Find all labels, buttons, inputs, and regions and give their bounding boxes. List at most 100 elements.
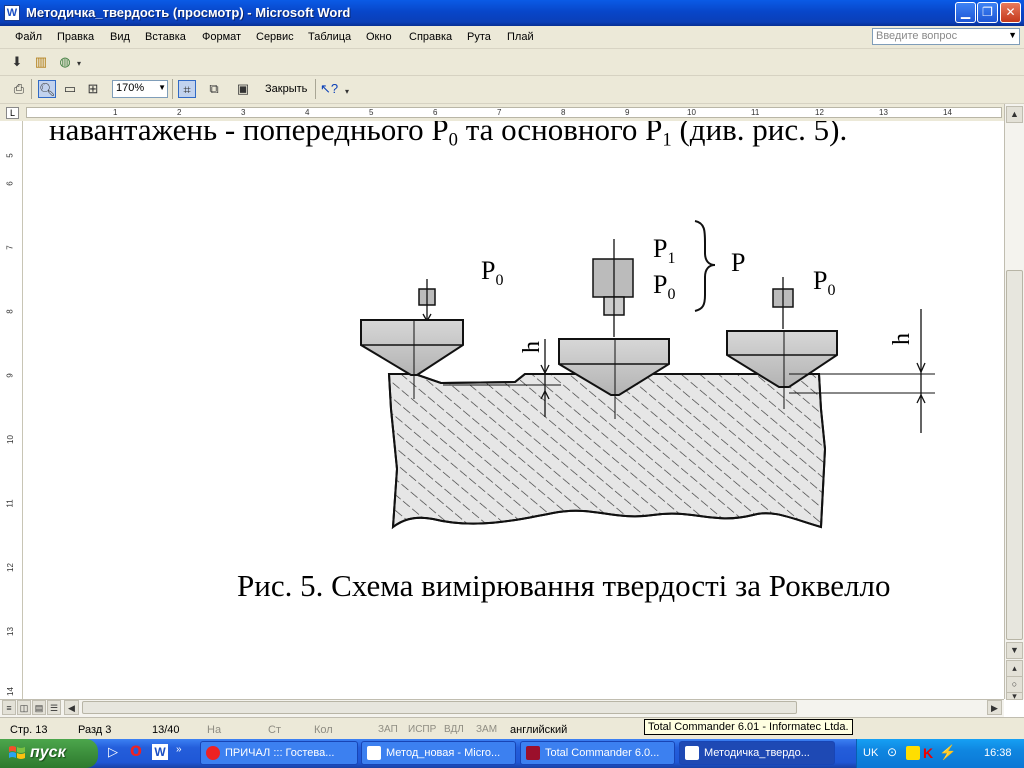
- ruler-number: 13: [879, 108, 888, 117]
- task-label: Метод_новая - Micro...: [386, 747, 501, 759]
- zoom-select[interactable]: 170% ▼: [112, 80, 168, 98]
- context-help-icon[interactable]: ↖?: [320, 80, 338, 98]
- print-view-icon[interactable]: ▤: [32, 700, 46, 715]
- task-label: Методичка_твердо...: [704, 747, 810, 759]
- tab-stop-selector[interactable]: L: [6, 107, 19, 119]
- scroll-right-button[interactable]: ▶: [987, 700, 1002, 715]
- menu-edit[interactable]: Правка: [57, 31, 94, 43]
- load-block: [592, 258, 634, 298]
- previous-page-icon[interactable]: ▴: [1006, 660, 1023, 677]
- chevron-right-icon[interactable]: »: [176, 744, 192, 760]
- ruler-scale: 1 2 3 4 5 6 7 8 9 10 11 12 13 14: [26, 107, 1002, 118]
- task-total-commander[interactable]: Total Commander 6.0...: [520, 741, 675, 765]
- task-word-active[interactable]: Методичка_твердо...: [679, 741, 835, 765]
- toolbar-separator: [172, 79, 173, 99]
- task-opera[interactable]: ПРИЧАЛ ::: Гостева...: [200, 741, 358, 765]
- chevron-down-icon[interactable]: ▾: [74, 55, 84, 73]
- full-screen-icon[interactable]: ▣: [234, 80, 252, 98]
- vertical-ruler[interactable]: 5 6 7 8 9 10 11 12 13 14: [0, 121, 23, 699]
- chevron-down-icon[interactable]: ▼: [158, 83, 166, 92]
- menu-table[interactable]: Таблица: [308, 31, 351, 43]
- word-icon[interactable]: W: [152, 744, 168, 760]
- subscript: 0: [448, 129, 458, 151]
- scroll-thumb[interactable]: [1006, 270, 1023, 640]
- normal-view-icon[interactable]: ≡: [2, 700, 16, 715]
- status-bar: Стр. 13 Разд 3 13/40 На Ст Кол ЗАП ИСПР …: [0, 717, 1024, 740]
- ruler-number: 6: [5, 181, 15, 186]
- ruler-number: 12: [815, 108, 824, 117]
- status-at: На: [207, 724, 222, 736]
- antivirus-icon[interactable]: [906, 746, 920, 760]
- chevron-down-icon[interactable]: ▾: [342, 83, 352, 101]
- menu-insert[interactable]: Вставка: [145, 31, 186, 43]
- tray-arrow-icon[interactable]: ⊙: [887, 745, 897, 759]
- save-icon[interactable]: ⬇: [8, 53, 26, 71]
- menu-ruta[interactable]: Рута: [467, 31, 491, 43]
- menu-tools[interactable]: Сервис: [256, 31, 294, 43]
- status-language[interactable]: английский: [510, 724, 567, 736]
- document-page[interactable]: навантажень - попереднього P0 та основно…: [23, 121, 1004, 699]
- library-icon[interactable]: ▥: [32, 53, 50, 71]
- web-view-icon[interactable]: ◫: [17, 700, 31, 715]
- menu-file[interactable]: Файл: [15, 31, 42, 43]
- lightning-icon[interactable]: ⚡: [939, 744, 956, 761]
- subscript: 1: [662, 129, 672, 151]
- label-p1: P1: [653, 234, 675, 267]
- scroll-thumb[interactable]: [82, 701, 797, 714]
- window-title: Методичка_твердость (просмотр) - Microso…: [26, 5, 351, 20]
- close-preview-button[interactable]: Закрыть: [265, 83, 307, 95]
- ruler-number: 14: [943, 108, 952, 117]
- ruler-number: 11: [751, 108, 760, 117]
- globe-icon[interactable]: ◍: [56, 53, 74, 71]
- scroll-up-button[interactable]: ▲: [1006, 106, 1023, 123]
- ask-question-input[interactable]: Введите вопрос ▼: [872, 28, 1020, 45]
- text-run: (див. рис. 5).: [671, 121, 848, 147]
- status-ovr[interactable]: ЗАМ: [476, 724, 497, 735]
- scroll-down-button[interactable]: ▼: [1006, 642, 1023, 659]
- label-h-left: h: [519, 341, 545, 353]
- ruler-number: 6: [433, 108, 438, 117]
- word-app-icon[interactable]: W: [4, 5, 20, 21]
- view-ruler-icon[interactable]: ⌗: [178, 80, 196, 98]
- word-icon: [367, 746, 381, 760]
- system-tray: UK ⊙ K ⚡ 16:38: [856, 739, 1024, 768]
- status-ext[interactable]: ВДЛ: [444, 724, 464, 735]
- magnifier-icon[interactable]: 🔍︎: [38, 80, 56, 98]
- next-page-icon[interactable]: ▾: [1006, 692, 1023, 701]
- ruler-number: 9: [625, 108, 630, 117]
- menu-window[interactable]: Окно: [366, 31, 392, 43]
- menu-help[interactable]: Справка: [409, 31, 452, 43]
- toolbar-standard: [0, 49, 1024, 76]
- kaspersky-icon[interactable]: K: [923, 745, 933, 761]
- menu-format[interactable]: Формат: [202, 31, 241, 43]
- text-run: навантажень - попереднього P: [49, 121, 449, 147]
- status-page: Стр. 13: [10, 724, 48, 736]
- scroll-left-button[interactable]: ◀: [64, 700, 79, 715]
- print-icon[interactable]: ⎙: [10, 80, 28, 98]
- ruler-number: 8: [561, 108, 566, 117]
- multiple-pages-icon[interactable]: ⊞: [84, 80, 102, 98]
- minimize-button[interactable]: ▁: [955, 2, 976, 23]
- outline-view-icon[interactable]: ☰: [47, 700, 61, 715]
- windows-flag-icon: [9, 746, 25, 759]
- ruler-number: 5: [369, 108, 374, 117]
- chevron-down-icon[interactable]: ▼: [1008, 30, 1017, 40]
- ruler-number: 12: [5, 563, 15, 572]
- one-page-icon[interactable]: ▭: [61, 80, 79, 98]
- status-rec[interactable]: ЗАП: [378, 724, 398, 735]
- clock[interactable]: 16:38: [984, 747, 1012, 759]
- ruler-number: 10: [5, 435, 15, 444]
- close-window-button[interactable]: ✕: [1000, 2, 1021, 23]
- shrink-to-fit-icon[interactable]: ⧉: [205, 80, 223, 98]
- media-player-icon[interactable]: ▷: [108, 744, 124, 760]
- ruler-number: 2: [177, 108, 182, 117]
- restore-button[interactable]: ❐: [977, 2, 998, 23]
- ruler-number: 11: [5, 499, 15, 508]
- menu-plai[interactable]: Плай: [507, 31, 534, 43]
- language-indicator[interactable]: UK: [863, 747, 878, 759]
- menu-view[interactable]: Вид: [110, 31, 130, 43]
- status-trk[interactable]: ИСПР: [408, 724, 436, 735]
- task-word-metod[interactable]: Метод_новая - Micro...: [361, 741, 516, 765]
- start-button[interactable]: пуск: [0, 739, 98, 768]
- opera-icon[interactable]: O: [130, 744, 146, 760]
